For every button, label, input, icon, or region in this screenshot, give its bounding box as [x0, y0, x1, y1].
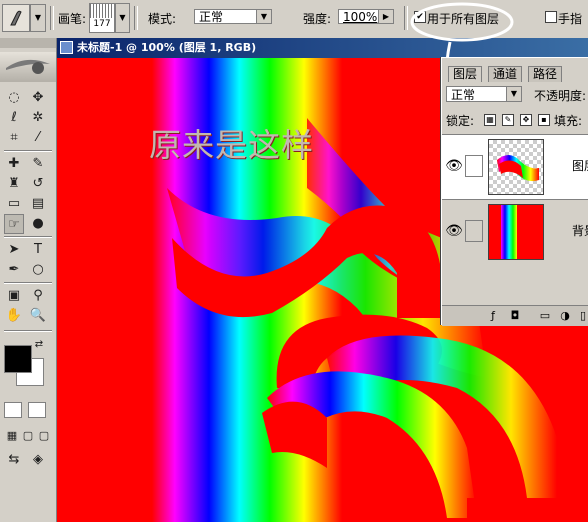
tab-layers[interactable]: 图层	[448, 66, 483, 82]
tab-channels[interactable]: 通道	[488, 66, 523, 82]
path-selection-tool-icon[interactable]: ➤	[4, 240, 24, 260]
tab-paths[interactable]: 路径	[528, 66, 563, 82]
layer-style-icon[interactable]: ƒ	[486, 309, 500, 323]
marquee-tool-icon[interactable]: ◌	[4, 88, 24, 108]
smudge-tool-preset-icon[interactable]	[2, 4, 30, 32]
chevron-down-icon: ▼	[256, 10, 271, 23]
layer-row[interactable]: 👁 图层	[442, 134, 588, 199]
zoom-tool-icon[interactable]: 🔍	[28, 306, 48, 326]
foreground-color-swatch[interactable]	[4, 345, 32, 373]
smudge-tool-icon[interactable]: ☞	[4, 214, 24, 234]
layer-name: 图层	[572, 159, 588, 173]
delete-layer-icon[interactable]: ▯	[576, 309, 588, 323]
toolbox: ◌ ✥ ℓ ✲ ⌗ ⁄ ✚ ✎ ♜ ↺ ▭ ▤ ☞ ● ➤ T ✒ ○ ▣ ⚲ …	[0, 38, 57, 522]
clone-stamp-tool-icon[interactable]: ♜	[4, 174, 24, 194]
chevron-right-icon: ▶	[378, 10, 393, 23]
layers-panel: 图层 通道 路径 正常▼ 不透明度: 锁定: ▦ ✎ ✥ ▪ 填充: 👁 图层 …	[441, 57, 588, 326]
standard-mode-icon[interactable]	[4, 402, 22, 418]
brush-size: 177	[93, 19, 111, 29]
document-icon	[60, 41, 73, 54]
canvas-text: 原来是这样	[149, 126, 315, 164]
hand-tool-icon[interactable]: ✋	[4, 306, 24, 326]
finger-painting-label: 手指	[558, 12, 583, 26]
strength-input[interactable]: 100% ▶	[338, 9, 394, 24]
chevron-down-icon: ▼	[506, 87, 521, 101]
lock-position-icon[interactable]: ✥	[520, 114, 532, 126]
strength-label: 强度:	[303, 12, 332, 26]
layer-row[interactable]: 👁 背景	[442, 199, 588, 264]
imageready-icon[interactable]: ◈	[28, 450, 48, 470]
rainbow-stripe	[501, 205, 517, 259]
type-tool-icon[interactable]: T	[28, 240, 48, 260]
strength-value: 100%	[343, 10, 378, 24]
dodge-tool-icon[interactable]: ●	[28, 214, 48, 234]
screen-mode-full-icon[interactable]: ▢	[34, 426, 54, 446]
brush-tool-icon[interactable]: ✎	[28, 154, 48, 174]
toolbox-grip[interactable]	[0, 38, 56, 48]
layer-thumbnail	[488, 139, 544, 195]
swap-colors-icon[interactable]: ⇄	[32, 338, 46, 352]
layer-link-icon[interactable]	[465, 220, 483, 242]
healing-brush-tool-icon[interactable]: ✚	[4, 154, 24, 174]
magic-wand-tool-icon[interactable]: ✲	[28, 108, 48, 128]
tool-preset-dropdown-icon[interactable]: ▼	[30, 4, 46, 32]
separator	[4, 236, 52, 238]
eye-visibility-icon[interactable]: 👁	[445, 222, 463, 240]
separator	[50, 6, 54, 30]
options-bar: ▼ 画笔: 177 ▼ 模式: 正常 ▼ 强度: 100% ▶ ✔ 用于所有图层 手…	[0, 0, 588, 39]
document-title: 未标题-1 @ 100% (图层 1, RGB)	[77, 41, 257, 54]
opacity-label: 不透明度:	[534, 89, 587, 103]
lasso-tool-icon[interactable]: ℓ	[4, 108, 24, 128]
pen-tool-icon[interactable]: ✒	[4, 260, 24, 280]
mode-select[interactable]: 正常 ▼	[194, 9, 272, 24]
separator	[134, 6, 138, 30]
blend-mode-select[interactable]: 正常 ▼	[446, 86, 522, 102]
brush-dropdown-icon[interactable]: ▼	[115, 3, 130, 33]
crop-tool-icon[interactable]: ⌗	[4, 128, 24, 148]
lock-all-icon[interactable]: ▪	[538, 114, 550, 126]
document-titlebar[interactable]: 未标题-1 @ 100% (图层 1, RGB)	[57, 38, 588, 58]
quick-mask-mode-icon[interactable]	[28, 402, 46, 418]
separator	[404, 6, 408, 30]
new-adjustment-icon[interactable]: ◑	[558, 309, 572, 323]
lock-transparency-icon[interactable]: ▦	[484, 114, 496, 126]
history-brush-tool-icon[interactable]: ↺	[28, 174, 48, 194]
layers-panel-footer: ƒ ◘ ▭ ◑ ▯	[442, 305, 588, 326]
fill-label: 填充:	[554, 114, 583, 128]
shape-tool-icon[interactable]: ○	[28, 260, 48, 280]
brush-tip-icon	[90, 4, 114, 18]
layer-name: 背景	[572, 224, 588, 238]
slice-tool-icon[interactable]: ⁄	[28, 128, 48, 148]
blend-mode-value: 正常	[451, 88, 476, 102]
lock-label: 锁定:	[446, 114, 475, 128]
jump-to-imageready-icon[interactable]: ⇆	[4, 450, 24, 470]
brush-label: 画笔:	[58, 12, 87, 26]
gradient-tool-icon[interactable]: ▤	[28, 194, 48, 214]
move-tool-icon[interactable]: ✥	[28, 88, 48, 108]
layer-link-icon[interactable]	[465, 155, 483, 177]
mode-label: 模式:	[148, 12, 177, 26]
eraser-tool-icon[interactable]: ▭	[4, 194, 24, 214]
new-set-icon[interactable]: ▭	[538, 309, 552, 323]
mode-value: 正常	[199, 10, 224, 24]
eye-visibility-icon[interactable]: 👁	[445, 157, 463, 175]
layer-thumbnail	[488, 204, 544, 260]
finger-painting-checkbox[interactable]	[545, 11, 557, 23]
separator	[4, 330, 52, 332]
add-mask-icon[interactable]: ◘	[508, 309, 522, 323]
notes-tool-icon[interactable]: ▣	[4, 286, 24, 306]
feather-logo-icon[interactable]	[0, 52, 56, 82]
use-all-layers-checkbox[interactable]: ✔	[414, 11, 426, 23]
brush-preview[interactable]: 177	[89, 3, 115, 33]
lock-pixels-icon[interactable]: ✎	[502, 114, 514, 126]
separator	[4, 282, 52, 284]
eyedropper-tool-icon[interactable]: ⚲	[28, 286, 48, 306]
use-all-layers-label: 用于所有图层	[427, 12, 500, 26]
separator	[4, 150, 52, 152]
